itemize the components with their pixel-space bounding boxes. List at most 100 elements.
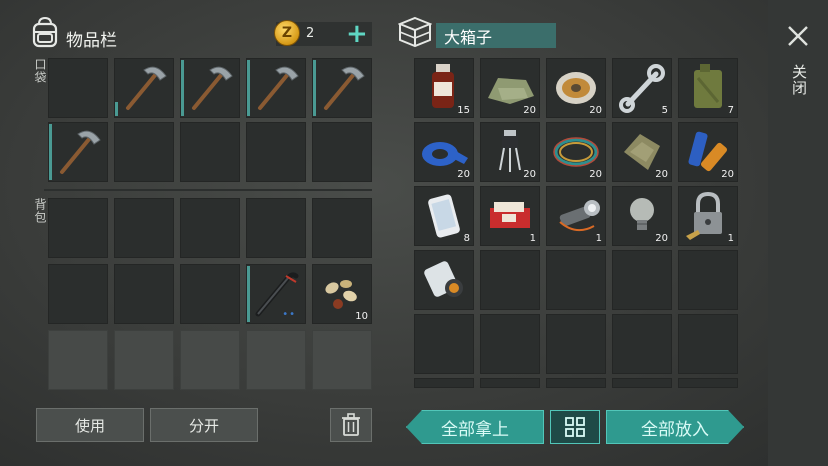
- empty-slot[interactable]: [312, 198, 372, 258]
- map-icon: [424, 261, 463, 297]
- coin-count: 2: [306, 26, 315, 41]
- lightbulb-slot[interactable]: 20: [612, 186, 672, 246]
- item-quantity: 20: [655, 233, 668, 244]
- use-button[interactable]: 使用: [36, 408, 144, 442]
- empty-slot[interactable]: [546, 378, 606, 388]
- durability-bar: [49, 124, 52, 180]
- backpack-label: 背包: [33, 198, 47, 224]
- item-quantity: 10: [355, 311, 368, 322]
- locked-slot: [48, 330, 108, 390]
- empty-slot[interactable]: [48, 198, 108, 258]
- empty-slot[interactable]: [546, 314, 606, 374]
- empty-slot[interactable]: [246, 122, 306, 182]
- pickaxe-slot[interactable]: [246, 58, 306, 118]
- item-quantity: 1: [727, 233, 734, 244]
- locked-slot: [180, 330, 240, 390]
- tape-slot[interactable]: 20: [414, 122, 474, 182]
- wires-slot[interactable]: 20: [546, 122, 606, 182]
- empty-slot[interactable]: [312, 122, 372, 182]
- empty-slot[interactable]: [612, 314, 672, 374]
- empty-slot[interactable]: [180, 122, 240, 182]
- bottle-slot[interactable]: 15: [414, 58, 474, 118]
- pickaxe-icon: [60, 130, 101, 174]
- item-quantity: 1: [595, 233, 602, 244]
- empty-slot[interactable]: [114, 264, 174, 324]
- flashlight-slot[interactable]: 1: [546, 186, 606, 246]
- empty-slot[interactable]: [48, 264, 108, 324]
- empty-slot[interactable]: [114, 122, 174, 182]
- wire-spool-slot[interactable]: 20: [546, 58, 606, 118]
- empty-slot[interactable]: [612, 378, 672, 388]
- item-quantity: 8: [463, 233, 470, 244]
- pickaxe-slot[interactable]: [180, 58, 240, 118]
- empty-slot[interactable]: [246, 198, 306, 258]
- trash-icon: [342, 413, 360, 436]
- empty-slot[interactable]: [480, 250, 540, 310]
- locked-slot: [246, 330, 306, 390]
- item-quantity: 5: [661, 105, 668, 116]
- cloth-slot[interactable]: 20: [480, 58, 540, 118]
- item-quantity: 20: [655, 169, 668, 180]
- item-quantity: 20: [589, 105, 602, 116]
- empty-slot[interactable]: [414, 314, 474, 374]
- item-quantity: 20: [523, 105, 536, 116]
- empty-slot[interactable]: [414, 378, 474, 388]
- section-divider: [44, 189, 372, 191]
- item-quantity: 20: [457, 169, 470, 180]
- crowbar-slot[interactable]: ••: [246, 264, 306, 324]
- pickaxe-slot[interactable]: [114, 58, 174, 118]
- empty-slot[interactable]: [678, 250, 738, 310]
- transistor-slot[interactable]: 20: [480, 122, 540, 182]
- durability-bar: [181, 60, 184, 116]
- batteries-slot[interactable]: 20: [678, 122, 738, 182]
- take-all-button[interactable]: 全部拿上: [406, 410, 544, 444]
- trash-button[interactable]: [330, 408, 372, 442]
- empty-slot[interactable]: [180, 264, 240, 324]
- seeds-slot[interactable]: 10: [312, 264, 372, 324]
- empty-slot[interactable]: [678, 378, 738, 388]
- pickaxe-icon: [192, 66, 233, 110]
- wrench-slot[interactable]: 5: [612, 58, 672, 118]
- item-quantity: 20: [721, 169, 734, 180]
- pickaxe-icon: [324, 66, 365, 110]
- empty-slot[interactable]: [480, 314, 540, 374]
- padlock-slot[interactable]: 1: [678, 186, 738, 246]
- phone-slot[interactable]: 8: [414, 186, 474, 246]
- item-quantity: 1: [529, 233, 536, 244]
- empty-slot[interactable]: [480, 378, 540, 388]
- empty-slot[interactable]: [48, 58, 108, 118]
- close-label[interactable]: 关闭: [789, 64, 810, 96]
- durability-bar: [247, 60, 250, 116]
- item-quantity: 15: [457, 105, 470, 116]
- matches-slot[interactable]: 1: [480, 186, 540, 246]
- item-quantity: 20: [523, 169, 536, 180]
- put-all-button[interactable]: 全部放入: [606, 410, 744, 444]
- empty-slot[interactable]: [114, 198, 174, 258]
- pocket-label: 口袋: [33, 58, 47, 84]
- durability-bar: [115, 102, 118, 116]
- chest-icon: [397, 16, 433, 48]
- map-slot[interactable]: [414, 250, 474, 310]
- close-icon[interactable]: [786, 24, 810, 48]
- coin-icon: Z: [274, 20, 300, 46]
- chest-title: 大箱子: [436, 23, 556, 48]
- pickaxe-icon: [126, 66, 167, 110]
- pickaxe-slot[interactable]: [312, 58, 372, 118]
- sort-button[interactable]: [550, 410, 600, 444]
- rag-slot[interactable]: 20: [612, 122, 672, 182]
- empty-slot[interactable]: [612, 250, 672, 310]
- ammo-indicator: ••: [282, 309, 296, 320]
- add-coins-button[interactable]: +: [346, 21, 368, 47]
- empty-slot[interactable]: [546, 250, 606, 310]
- inventory-title: 物品栏: [66, 31, 117, 51]
- empty-slot[interactable]: [180, 198, 240, 258]
- item-quantity: 7: [727, 105, 734, 116]
- pickaxe-slot[interactable]: [48, 122, 108, 182]
- locked-slot: [312, 330, 372, 390]
- split-button[interactable]: 分开: [150, 408, 258, 442]
- locked-slot: [114, 330, 174, 390]
- jerrycan-slot[interactable]: 7: [678, 58, 738, 118]
- pickaxe-icon: [258, 66, 299, 110]
- empty-slot[interactable]: [678, 314, 738, 374]
- backpack-icon: [30, 16, 60, 48]
